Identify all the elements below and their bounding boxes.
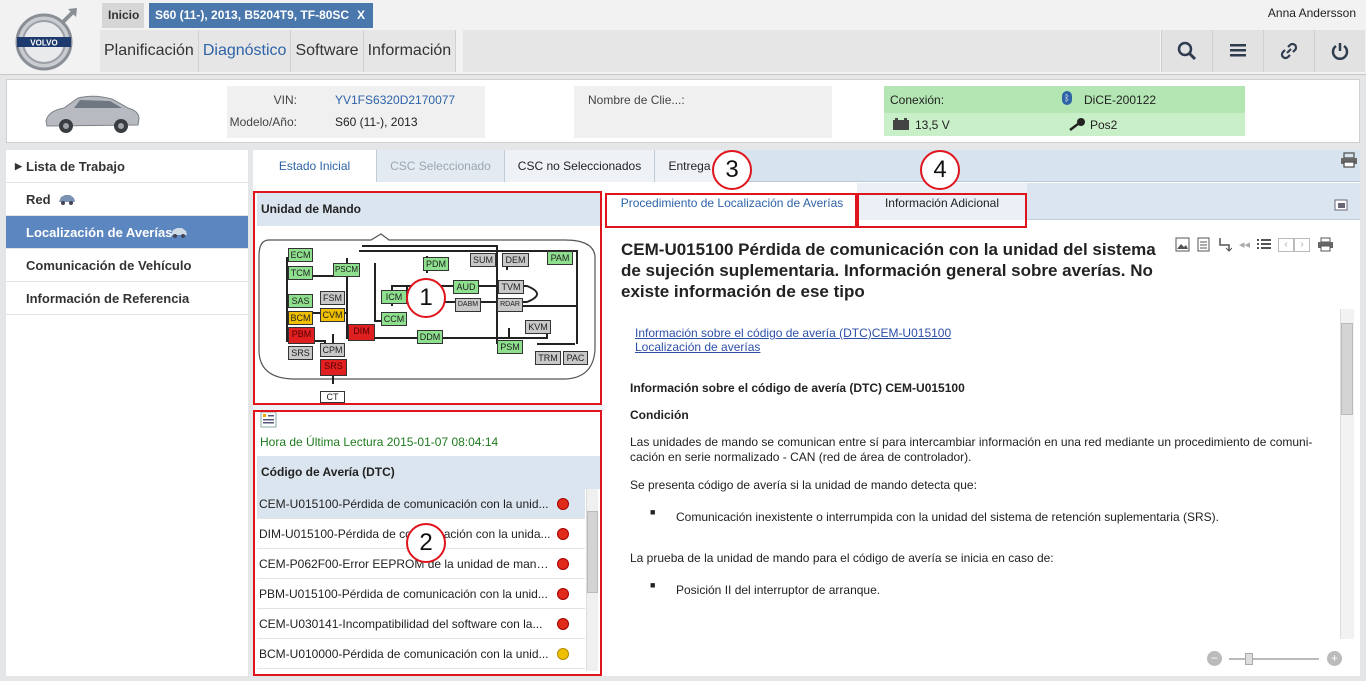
car-network-icon <box>59 195 75 205</box>
voltage-value: 13,5 V <box>915 118 950 132</box>
tab-home[interactable]: Inicio <box>102 3 144 28</box>
sidebar-item-worklist[interactable]: ▶ Lista de Trabajo <box>6 150 248 183</box>
next-page-icon[interactable]: › <box>1294 237 1311 252</box>
list-icon <box>1230 44 1246 57</box>
sidebar: ▶ Lista de Trabajo Red Localización de A… <box>6 150 248 676</box>
print-icon[interactable] <box>1340 152 1358 168</box>
nav-software[interactable]: Software <box>291 30 364 72</box>
doc-bullet-2: Posición II del interruptor de arranque. <box>676 583 881 597</box>
list-icon[interactable] <box>1257 238 1272 251</box>
sidebar-item-reference-info[interactable]: Información de Referencia <box>6 282 248 315</box>
callout-box-3 <box>605 193 857 228</box>
callout-number-2: 2 <box>406 523 446 563</box>
back-icon[interactable]: ◂◂ <box>1239 238 1250 251</box>
bluetooth-icon: ᛒ <box>1062 91 1072 105</box>
model-label: Modelo/Año: <box>229 115 297 129</box>
print-icon[interactable] <box>1317 237 1334 252</box>
sidebar-item-label: Lista de Trabajo <box>26 159 125 174</box>
callout-number-4: 4 <box>920 150 960 190</box>
tab-csc-seleccionado[interactable]: CSC Seleccionado <box>377 150 505 182</box>
document-icon[interactable] <box>1197 237 1210 252</box>
customer-label: Nombre de Clie...: <box>588 93 685 107</box>
main-nav: Planificación Diagnóstico Software Infor… <box>100 30 457 72</box>
zoom-in-icon[interactable]: + <box>1327 651 1342 666</box>
model-value: S60 (11-), 2013 <box>335 115 418 129</box>
list-button[interactable] <box>1212 30 1263 72</box>
tab-estado-inicial[interactable]: Estado Inicial <box>253 150 377 182</box>
customer-box: Nombre de Clie...: <box>574 86 832 138</box>
sidebar-item-label: Información de Referencia <box>26 291 190 306</box>
prev-page-icon[interactable]: ‹ <box>1278 237 1295 252</box>
sidebar-item-label: Comunicación de Vehículo <box>26 258 192 273</box>
tab-vehicle-label: S60 (11-), 2013, B5204T9, TF-80SC <box>155 8 350 22</box>
connection-value: DiCE-200122 <box>1084 93 1157 107</box>
doc-paragraph-2: Se presenta código de avería si la unida… <box>630 478 977 492</box>
vehicle-info-bar: VIN: YV1FS6320D2170077 Modelo/Año: S60 (… <box>6 79 1360 143</box>
right-column: Procedimiento de Localización de Averías… <box>607 183 1360 676</box>
caret-right-icon: ▶ <box>15 161 22 171</box>
zoom-track[interactable] <box>1229 658 1319 660</box>
callout-box-4 <box>857 193 1027 228</box>
vin-label: VIN: <box>273 93 297 107</box>
vin-value: YV1FS6320D2170077 <box>335 93 456 107</box>
main-tabs: Estado Inicial CSC Seleccionado CSC no S… <box>253 150 1360 182</box>
doc-condition: Condición <box>630 408 689 422</box>
callout-number-1: 1 <box>406 278 446 318</box>
car-fault-icon <box>171 228 187 238</box>
doc-paragraph-1: Las unidades de mando se comunican entre… <box>630 435 1313 464</box>
doc-link-dtc[interactable]: Información sobre el código de avería (D… <box>635 326 951 340</box>
car-image <box>45 95 140 133</box>
vin-box: VIN: YV1FS6320D2170077 Modelo/Año: S60 (… <box>227 86 485 138</box>
tab-close-button[interactable]: X <box>357 3 365 28</box>
tab-vehicle[interactable]: S60 (11-), 2013, B5204T9, TF-80SC X <box>149 3 373 28</box>
connection-label: Conexión: <box>890 93 945 107</box>
doc-bullet-1: Comunicación inexistente o interrumpida … <box>676 510 1219 524</box>
nav-diagnostico[interactable]: Diagnóstico <box>199 30 292 72</box>
ignition-value: Pos2 <box>1090 118 1118 132</box>
bullet-icon: ■ <box>650 507 656 517</box>
expand-icon[interactable] <box>1334 199 1348 211</box>
document-title: CEM-U015100 Pérdida de comunicación con … <box>621 240 1156 301</box>
search-icon <box>1177 41 1197 61</box>
top-bar: VOLVO Inicio S60 (11-), 2013, B5204T9, T… <box>0 0 1366 75</box>
volvo-logo: VOLVO <box>15 8 77 71</box>
nav-bar-fill <box>463 30 1160 72</box>
nav-planificacion[interactable]: Planificación <box>100 30 199 72</box>
zoom-out-icon[interactable]: − <box>1207 651 1222 666</box>
battery-icon <box>893 118 909 130</box>
zoom-control[interactable]: − + <box>1207 649 1347 669</box>
sidebar-item-troubleshooting[interactable]: Localización de Averías <box>6 216 248 249</box>
power-button[interactable] <box>1314 30 1365 72</box>
sidebar-item-label: Localización de Averías <box>26 225 173 240</box>
image-icon[interactable] <box>1175 237 1190 252</box>
doc-heading: Información sobre el código de avería (D… <box>630 381 965 395</box>
doc-paragraph-3: La prueba de la unidad de mando para el … <box>630 551 1054 565</box>
callout-number-3: 3 <box>712 150 752 190</box>
link-button[interactable] <box>1263 30 1314 72</box>
flow-icon[interactable] <box>1217 237 1232 252</box>
sidebar-item-label: Red <box>26 192 51 207</box>
sidebar-item-network[interactable]: Red <box>6 183 248 216</box>
doc-scrollbar-thumb[interactable] <box>1341 323 1353 415</box>
link-icon <box>1280 42 1298 60</box>
nav-informacion[interactable]: Información <box>364 30 457 72</box>
bullet-icon: ■ <box>650 580 656 590</box>
doc-toolbar: ◂◂ ‹ › <box>1175 237 1334 252</box>
key-icon <box>1069 118 1085 131</box>
search-button[interactable] <box>1161 30 1212 72</box>
connection-box: Conexión: ᛒ DiCE-200122 13,5 V Pos2 <box>884 86 1245 136</box>
doc-link-troubleshooting[interactable]: Localización de averías <box>635 340 760 354</box>
power-icon <box>1331 43 1349 60</box>
doc-scrollbar[interactable] <box>1340 309 1354 639</box>
zoom-handle[interactable] <box>1245 653 1253 665</box>
user-name: Anna Andersson <box>1267 6 1356 20</box>
tab-csc-no-seleccionados[interactable]: CSC no Seleccionados <box>505 150 655 182</box>
brand-text: VOLVO <box>30 39 57 48</box>
sidebar-item-vehicle-communication[interactable]: Comunicación de Vehículo <box>6 249 248 282</box>
